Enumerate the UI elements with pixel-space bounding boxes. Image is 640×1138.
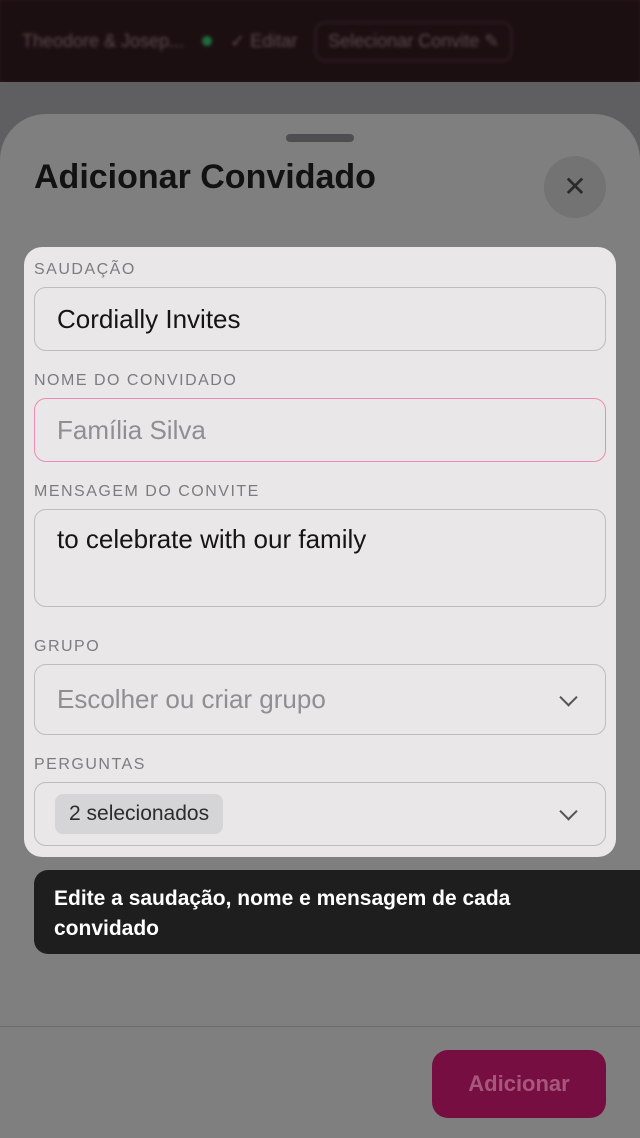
select-invite-button: Selecionar Convite ✎ [315,21,513,61]
add-button[interactable]: Adicionar [432,1050,606,1118]
sheet-title: Adicionar Convidado [34,158,376,196]
invite-message-field[interactable]: to celebrate with our family [34,509,606,607]
background-topbar: Theodore & Josep... ✓ Editar Selecionar … [0,0,640,82]
guest-form-card: SAUDAÇÃO Cordially Invites NOME DO CONVI… [24,247,616,857]
group-select[interactable]: Escolher ou criar grupo [34,664,606,735]
onboarding-tooltip: Edite a saudação, nome e mensagem de cad… [34,870,640,954]
close-button[interactable]: ✕ [544,156,606,218]
questions-selected-chip: 2 selecionados [55,794,224,834]
greeting-value: Cordially Invites [57,303,241,334]
edit-button: ✓ Editar [230,30,298,51]
group-label: GRUPO [34,638,101,655]
event-name: Theodore & Josep... [22,30,185,51]
status-dot [202,36,213,46]
sheet-grabber[interactable] [286,134,354,142]
guest-name-field[interactable]: Família Silva [34,398,606,462]
guest-name-placeholder: Família Silva [57,414,206,445]
questions-select[interactable]: 2 selecionados [34,782,606,846]
tooltip-text: Edite a saudação, nome e mensagem de cad… [54,887,511,940]
chevron-down-icon [559,802,578,821]
greeting-label: SAUDAÇÃO [34,261,136,278]
chevron-down-icon [559,687,578,707]
greeting-field[interactable]: Cordially Invites [34,287,606,351]
questions-label: PERGUNTAS [34,756,146,773]
invite-message-label: MENSAGEM DO CONVITE [34,483,260,500]
group-placeholder: Escolher ou criar grupo [57,684,326,714]
close-icon: ✕ [563,171,587,202]
guest-name-label: NOME DO CONVIDADO [34,372,238,389]
invite-message-value: to celebrate with our family [57,524,367,554]
